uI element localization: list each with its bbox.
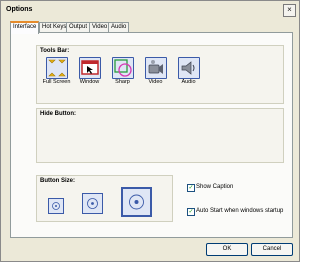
title-bar: Options ×	[1, 1, 299, 19]
fullscreen-icon	[46, 57, 68, 79]
tools-bar-title: Tools Bar:	[40, 48, 70, 54]
close-button[interactable]: ×	[283, 4, 296, 17]
window-title: Options	[6, 6, 33, 13]
hide-button-group: Hide Button:	[36, 108, 284, 163]
video-icon	[145, 57, 167, 79]
tool-label: Sharp	[115, 79, 130, 85]
tab-audio[interactable]: Audio	[108, 22, 130, 32]
check-icon: ✓	[188, 209, 194, 215]
medium-size-icon	[87, 198, 98, 209]
options-window: Options × Interface Hot Keys Output Vide…	[0, 0, 300, 262]
cancel-button[interactable]: Cancel	[251, 243, 293, 256]
audio-icon	[178, 57, 200, 79]
button-size-large[interactable]	[121, 187, 152, 217]
show-caption-label: Show Caption	[196, 184, 234, 190]
tool-sharp[interactable]: Sharp	[107, 56, 138, 87]
small-size-icon	[52, 202, 60, 210]
tool-window[interactable]: Window	[74, 56, 105, 87]
button-size-title: Button Size:	[40, 178, 75, 184]
auto-start-checkbox[interactable]: ✓	[187, 208, 195, 216]
tool-full-screen[interactable]: Full Screen	[41, 56, 72, 87]
check-icon: ✓	[188, 185, 194, 191]
interface-panel: Tools Bar: Full Screen Window Sharp Vide…	[10, 32, 293, 238]
tool-label: Video	[148, 79, 163, 85]
tool-video[interactable]: Video	[140, 56, 171, 87]
show-caption-checkbox[interactable]: ✓	[187, 184, 195, 192]
button-size-medium[interactable]	[82, 193, 103, 214]
window-icon	[79, 57, 101, 79]
tool-label: Audio	[181, 79, 196, 85]
hide-button-title: Hide Button:	[40, 111, 76, 117]
tab-hot-keys[interactable]: Hot Keys	[39, 22, 70, 32]
tab-interface[interactable]: Interface	[10, 21, 40, 34]
button-size-group: Button Size:	[36, 175, 173, 222]
close-icon: ×	[287, 5, 292, 14]
ok-button[interactable]: OK	[206, 243, 248, 256]
tool-audio[interactable]: Audio	[173, 56, 204, 87]
tool-label: Window	[79, 79, 100, 85]
tool-label: Full Screen	[42, 79, 71, 85]
auto-start-label: Auto Start when windows startup	[196, 208, 284, 214]
button-size-small[interactable]	[48, 198, 64, 214]
sharp-icon	[112, 57, 134, 79]
large-size-icon	[129, 194, 144, 210]
tools-bar-group: Tools Bar: Full Screen Window Sharp Vide…	[36, 45, 284, 104]
tab-output[interactable]: Output	[66, 22, 91, 32]
